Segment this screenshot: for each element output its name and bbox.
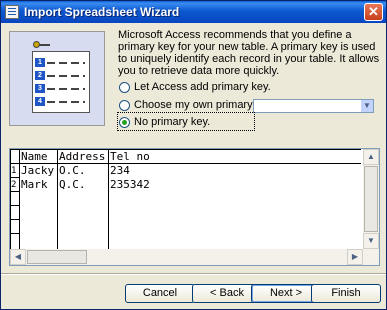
table-cell: 235342 [110,178,150,191]
chevron-down-icon[interactable]: ▼ [360,100,373,112]
table-icon-row-number: 4 [35,97,45,106]
table-cell: O.C. [59,164,86,177]
radio-button[interactable] [119,81,130,93]
column-header-name[interactable]: Name [21,151,48,163]
finish-button[interactable]: Finish [311,284,381,303]
horizontal-scrollbar[interactable]: ◀ ▶ [10,249,379,265]
option-let-access-add-key[interactable]: Let Access add primary key. [119,79,271,95]
separator [1,273,386,275]
row-number: 1 [11,166,17,176]
table-icon: 1 2 3 4 [32,51,90,113]
title-bar[interactable]: Import Spreadsheet Wizard ✕ [1,1,386,23]
radio-button-selected[interactable] [119,116,130,128]
primary-key-description: Microsoft Access recommends that you def… [118,29,380,77]
scroll-up-icon[interactable]: ▲ [363,149,379,165]
table-icon-row-number: 2 [35,71,45,80]
horizontal-scroll-thumb[interactable] [27,250,87,264]
scroll-right-icon[interactable]: ▶ [347,249,363,265]
scroll-left-icon[interactable]: ◀ [10,249,26,265]
wizard-app-icon [5,5,19,19]
table-cell: Jacky [21,164,55,177]
window-title: Import Spreadsheet Wizard [24,5,180,19]
row-number: 2 [11,180,17,190]
table-cell: 234 [110,164,130,177]
option-label: Let Access add primary key. [134,81,271,93]
vertical-scroll-thumb[interactable] [364,166,378,232]
option-label: No primary key. [134,116,211,128]
close-button[interactable]: ✕ [364,3,383,21]
table-cell: Mark [21,178,48,191]
column-header-address[interactable]: Address [59,151,105,163]
primary-key-panel: 1 2 3 4 Microsoft Access recommends that… [1,24,386,146]
primary-key-field-combo[interactable]: ▼ [253,99,374,113]
option-choose-own-key[interactable]: Choose my own primary key. [119,97,275,113]
vertical-scrollbar[interactable]: ▲ ▼ [363,149,379,249]
table-icon-row-number: 3 [35,84,45,93]
preview-table: Name Address Tel no 1 Jacky O.C. 234 2 M… [10,149,361,249]
import-spreadsheet-wizard-window: Import Spreadsheet Wizard ✕ 1 2 3 4 Micr… [0,0,387,310]
table-icon-row-number: 1 [35,58,45,67]
primary-key-illustration: 1 2 3 4 [9,31,105,126]
table-cell: Q.C. [59,178,86,191]
data-preview-grid[interactable]: Name Address Tel no 1 Jacky O.C. 234 2 M… [9,148,380,266]
option-no-primary-key[interactable]: No primary key. [119,114,210,130]
column-header-tel[interactable]: Tel no [110,151,150,163]
scroll-down-icon[interactable]: ▼ [363,233,379,249]
radio-button[interactable] [119,99,130,111]
key-icon [33,41,51,49]
cancel-button[interactable]: Cancel [125,284,195,303]
